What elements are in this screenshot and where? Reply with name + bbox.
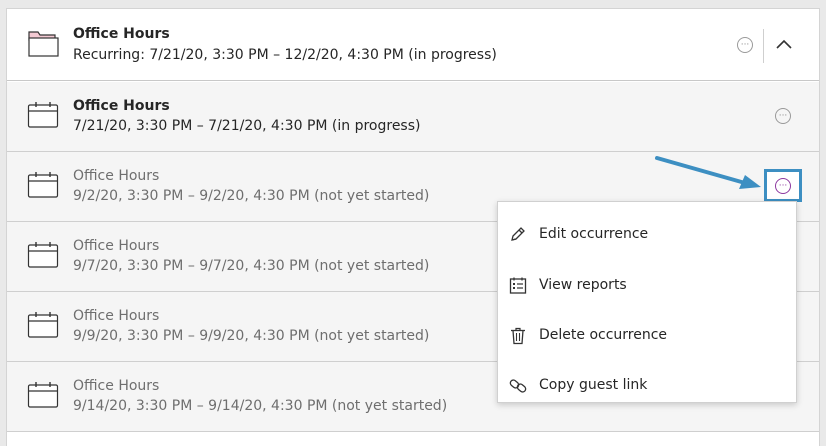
occurrence-more-options-button[interactable]: ··· xyxy=(775,108,791,124)
vertical-separator xyxy=(763,29,764,63)
menu-item-label: Edit occurrence xyxy=(539,226,649,242)
session-list-panel: Office Hours Recurring: 7/21/20, 3:30 PM… xyxy=(6,8,820,446)
calendar-icon xyxy=(27,382,59,408)
link-icon xyxy=(509,379,527,393)
occurrence-subtitle: 9/2/20, 3:30 PM – 9/2/20, 4:30 PM (not y… xyxy=(73,188,430,204)
occurrence-more-options-button-active[interactable]: ··· xyxy=(775,178,791,194)
occurrence-subtitle: 9/9/20, 3:30 PM – 9/9/20, 4:30 PM (not y… xyxy=(73,328,430,344)
menu-item-view-reports[interactable]: View reports xyxy=(498,266,796,306)
occurrence-title: Office Hours xyxy=(73,168,160,184)
callout-arrow-icon xyxy=(655,156,761,189)
trash-icon xyxy=(511,327,525,345)
menu-item-label: Delete occurrence xyxy=(539,327,668,343)
calendar-icon xyxy=(27,242,59,268)
occurrence-subtitle: 9/14/20, 3:30 PM – 9/14/20, 4:30 PM (not… xyxy=(73,398,448,414)
series-title: Office Hours xyxy=(73,26,170,42)
highlight-box: ··· xyxy=(764,169,802,202)
series-row[interactable]: Office Hours Recurring: 7/21/20, 3:30 PM… xyxy=(7,9,819,81)
occurrence-row[interactable]: Office Hours 7/21/20, 3:30 PM – 7/21/20,… xyxy=(7,82,819,152)
folder-icon xyxy=(28,31,59,57)
series-more-options-button[interactable]: ··· xyxy=(737,37,753,53)
occurrence-title: Office Hours xyxy=(73,378,160,394)
calendar-icon xyxy=(27,172,59,198)
occurrence-subtitle: 9/7/20, 3:30 PM – 9/7/20, 4:30 PM (not y… xyxy=(73,258,430,274)
series-subtitle: Recurring: 7/21/20, 3:30 PM – 12/2/20, 4… xyxy=(73,47,497,63)
occurrence-title: Office Hours xyxy=(73,98,170,114)
menu-item-copy-guest-link[interactable]: Copy guest link xyxy=(498,366,796,406)
menu-item-edit-occurrence[interactable]: Edit occurrence xyxy=(498,215,796,255)
calendar-icon xyxy=(27,312,59,338)
menu-item-delete-occurrence[interactable]: Delete occurrence xyxy=(498,316,796,356)
chevron-up-icon[interactable] xyxy=(775,37,793,51)
occurrence-title: Office Hours xyxy=(73,238,160,254)
calendar-icon xyxy=(27,102,59,128)
occurrence-title: Office Hours xyxy=(73,308,160,324)
pencil-icon xyxy=(511,227,525,241)
menu-item-label: View reports xyxy=(539,277,627,293)
report-icon xyxy=(509,277,527,294)
menu-item-label: Copy guest link xyxy=(539,377,648,393)
occurrence-context-menu: Edit occurrence View reports Delete occu… xyxy=(497,201,797,403)
occurrence-subtitle: 7/21/20, 3:30 PM – 7/21/20, 4:30 PM (in … xyxy=(73,118,421,134)
